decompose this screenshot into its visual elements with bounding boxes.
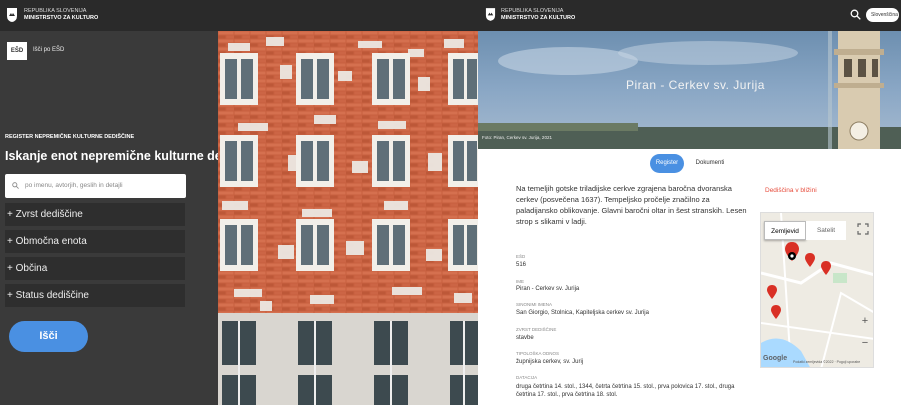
tab-register[interactable]: Register — [650, 154, 684, 173]
map-tab-satellite[interactable]: Satelit — [806, 221, 846, 240]
nearby-heritage-title: Dediščina v bližini — [765, 187, 817, 194]
search-page: REPUBLIKA SLOVENIJA MINISTRSTVO ZA KULTU… — [0, 0, 478, 405]
ministry-label: MINISTRSTVO ZA KULTURO — [24, 15, 99, 21]
fullscreen-icon[interactable] — [857, 223, 869, 235]
field-label-typology: TIPOLOŠKA ODNOS — [516, 351, 560, 356]
filter-heritage-type[interactable]: + Zvrst dediščine — [5, 203, 185, 226]
heritage-description: Na temeljih gotske triladijske cerkve zg… — [516, 184, 747, 226]
search-placeholder: po imenu, avtorjih, geslih in detajli — [25, 182, 123, 189]
search-input[interactable]: po imenu, avtorjih, geslih in detajli — [5, 174, 186, 198]
google-logo: Google — [763, 355, 788, 362]
top-bar: REPUBLIKA SLOVENIJA MINISTRSTVO ZA KULTU… — [0, 0, 478, 31]
facade-image — [218, 31, 478, 405]
hero-title: Piran - Cerkev sv. Jurija — [626, 78, 765, 92]
zoom-in-button[interactable]: + — [859, 315, 871, 327]
top-bar: REPUBLIKA SLOVENIJA MINISTRSTVO ZA KULTU… — [478, 0, 901, 31]
field-value-type: stavbe — [516, 335, 534, 341]
country-name: REPUBLIKA SLOVENIJA — [501, 8, 564, 14]
ministry-name[interactable]: REPUBLIKA SLOVENIJA MINISTRSTVO ZA KULTU… — [24, 8, 98, 22]
map-attribution[interactable]: Podatki zemljevida ©2022 · Pogoji uporab… — [793, 360, 860, 364]
field-value-esd: 516 — [516, 262, 527, 268]
language-select[interactable]: Slovenščina — [866, 8, 899, 22]
field-label-name: IME — [516, 279, 525, 284]
hero-caption: Foto: Piran, Cerkev sv. Jurija, 2021 — [482, 135, 552, 140]
map-pin-icon[interactable] — [771, 305, 781, 319]
search-icon[interactable] — [850, 9, 861, 20]
field-value-typology: župnijska cerkev, sv. Jurij — [516, 359, 584, 365]
building-facade-photo — [218, 31, 478, 405]
zoom-out-button[interactable]: − — [859, 337, 871, 349]
esd-badge[interactable]: EŠD — [7, 42, 27, 60]
coat-of-arms-icon[interactable] — [485, 7, 496, 22]
map-pin-icon[interactable] — [821, 261, 831, 275]
map-tab-map[interactable]: Zemljevid — [764, 221, 806, 240]
map-pin-icon[interactable] — [767, 285, 777, 299]
map[interactable]: Zemljevid Satelit + − Google Podatki zem… — [760, 212, 874, 368]
field-label-esd: EŠD — [516, 254, 526, 259]
ministry-name[interactable]: REPUBLIKA SLOVENIJA MINISTRSTVO ZA KULTU… — [501, 8, 575, 22]
search-by-esd-link[interactable]: Išči po EŠD — [33, 47, 64, 53]
country-name: REPUBLIKA SLOVENIJA — [24, 8, 87, 14]
current-heritage-marker-icon[interactable] — [783, 241, 801, 263]
map-pin-icon[interactable] — [805, 253, 815, 267]
coat-of-arms-icon[interactable] — [6, 7, 18, 23]
field-label-type: ZVRST DEDIŠČINE — [516, 327, 557, 332]
search-button[interactable]: Išči — [9, 321, 88, 352]
filter-heritage-status[interactable]: + Status dediščine — [5, 284, 185, 307]
filter-municipality[interactable]: + Občina — [5, 257, 185, 280]
detail-page: REPUBLIKA SLOVENIJA MINISTRSTVO ZA KULTU… — [478, 0, 901, 405]
field-value-dating: druga četrtina 14. stol., 1344, četrta č… — [516, 384, 735, 398]
filter-regional-unit[interactable]: + Območna enota — [5, 230, 185, 253]
ministry-label: MINISTRSTVO ZA KULTURO — [501, 15, 576, 21]
search-icon — [12, 182, 19, 189]
field-value-name: Piran - Cerkev sv. Jurija — [516, 286, 580, 292]
screenshot: REPUBLIKA SLOVENIJA MINISTRSTVO ZA KULTU… — [0, 0, 901, 405]
hero-banner: Piran - Cerkev sv. Jurija Foto: Piran, C… — [478, 31, 901, 149]
tab-documents[interactable]: Dokumenti — [689, 154, 731, 173]
field-label-dating: DATACIJA — [516, 375, 538, 380]
field-value-synonyms: San Giorgio, Stolnica, Kapiteljska cerke… — [516, 310, 649, 316]
register-kicker: REGISTER NEPREMIČNE KULTURNE DEDIŠČINE — [5, 134, 135, 140]
field-label-synonyms: SINONIMI IMENA — [516, 302, 553, 307]
